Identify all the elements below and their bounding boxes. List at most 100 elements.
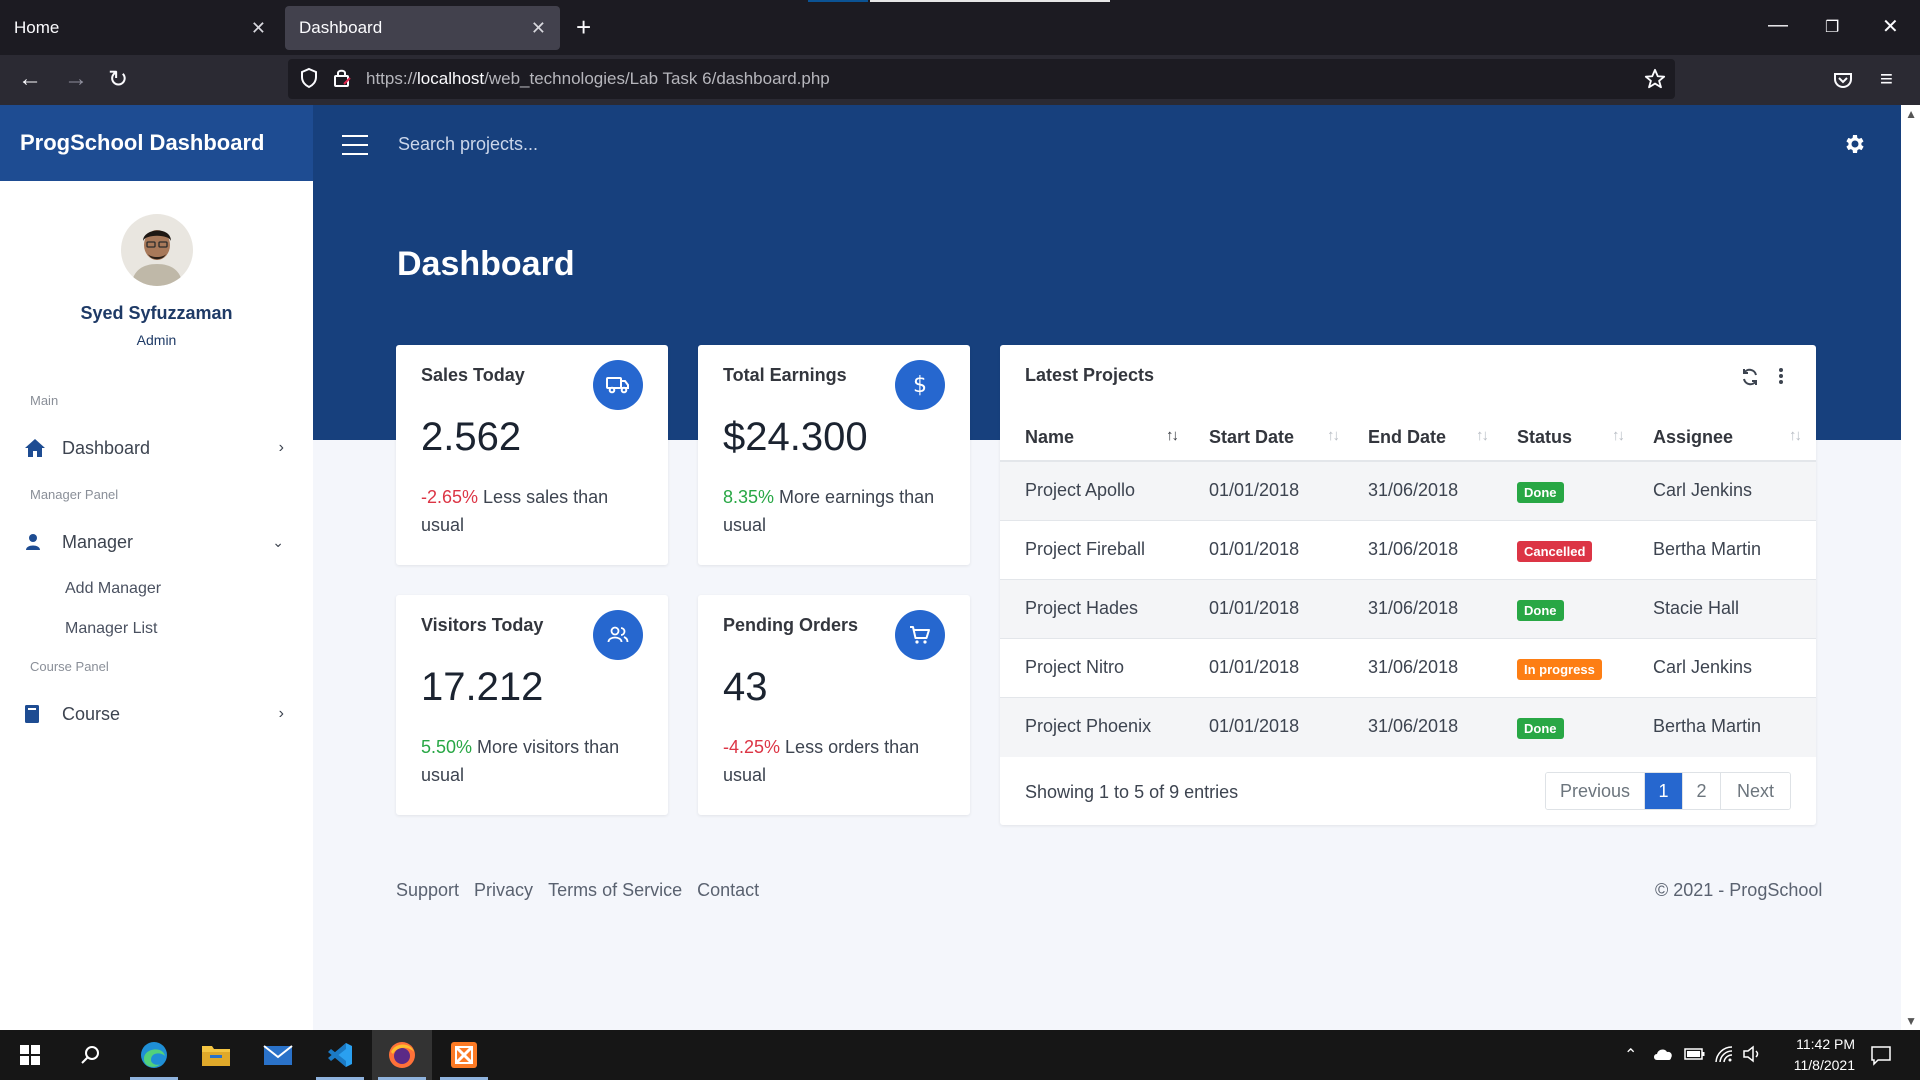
bookmark-star-icon[interactable]	[1644, 68, 1666, 90]
sort-icon[interactable]: ↑↓	[1476, 427, 1489, 444]
brand-logo[interactable]: ProgSchool Dashboard	[0, 105, 313, 181]
table-row[interactable]: Project Hades 01/01/2018 31/06/2018 Done…	[1000, 580, 1816, 639]
notifications-icon[interactable]	[1870, 1044, 1892, 1066]
truck-icon	[593, 360, 643, 410]
sidebar-subitem-manager-list[interactable]: Manager List	[65, 620, 158, 638]
window-close-icon[interactable]: ✕	[1882, 14, 1899, 39]
browser-tab-dashboard[interactable]: Dashboard ✕	[285, 6, 560, 50]
gear-icon[interactable]	[1843, 132, 1867, 156]
search-input[interactable]	[398, 130, 798, 158]
chevron-up-icon[interactable]: ⌃	[1624, 1045, 1637, 1065]
new-tab-button[interactable]: +	[576, 12, 591, 43]
browser-tab-home[interactable]: Home ✕	[0, 6, 280, 50]
column-header-name[interactable]: Name	[1025, 427, 1074, 448]
scroll-up-icon[interactable]: ▲	[1905, 107, 1917, 121]
sidebar-item-course[interactable]: Course ›	[24, 696, 284, 732]
edge-icon[interactable]	[124, 1030, 184, 1080]
browser-tab-bar: Home ✕ Dashboard ✕ + — ❐ ✕	[0, 0, 1920, 55]
page-button-2[interactable]: 2	[1683, 773, 1721, 809]
mail-icon[interactable]	[248, 1030, 308, 1080]
windows-start-icon[interactable]	[0, 1030, 60, 1080]
previous-page-button[interactable]: Previous	[1546, 773, 1645, 809]
restore-icon[interactable]: ❐	[1825, 17, 1839, 37]
clock-time: 11:42 PM	[1796, 1036, 1855, 1052]
cell-end-date: 31/06/2018	[1368, 539, 1459, 559]
section-label-manager-panel: Manager Panel	[30, 487, 119, 502]
column-header-assignee[interactable]: Assignee	[1653, 427, 1733, 448]
minimize-icon[interactable]: —	[1768, 14, 1788, 37]
page-title: Dashboard	[397, 245, 575, 283]
back-icon[interactable]: ←	[18, 65, 42, 93]
footer-link-terms[interactable]: Terms of Service	[548, 880, 682, 901]
sidebar-item-label: Manager	[62, 531, 134, 552]
lock-icon[interactable]	[332, 67, 352, 89]
file-explorer-icon[interactable]	[186, 1030, 246, 1080]
sort-icon[interactable]: ↑↓	[1166, 427, 1179, 444]
vscode-icon[interactable]	[310, 1030, 370, 1080]
stat-value: 17.212	[421, 665, 544, 709]
sidebar-subitem-add-manager[interactable]: Add Manager	[65, 580, 161, 598]
sort-icon[interactable]: ↑↓	[1789, 427, 1802, 444]
column-header-start-date[interactable]: Start Date	[1209, 427, 1294, 448]
refresh-icon[interactable]	[1740, 367, 1760, 387]
sort-icon[interactable]: ↑↓	[1327, 427, 1340, 444]
table-row[interactable]: Project Apollo 01/01/2018 31/06/2018 Don…	[1000, 462, 1816, 521]
reload-icon[interactable]: ↻	[108, 65, 128, 94]
forward-icon[interactable]: →	[64, 65, 88, 93]
search-icon[interactable]	[60, 1030, 120, 1080]
hamburger-menu-icon[interactable]	[342, 135, 368, 162]
taskbar-clock[interactable]: 11:42 PM 11/8/2021	[1765, 1034, 1855, 1076]
sidebar-item-dashboard[interactable]: Dashboard ›	[24, 430, 284, 466]
firefox-icon[interactable]	[372, 1030, 432, 1080]
page-viewport: ProgSchool Dashboard Dashboard Syed Syfu…	[0, 105, 1920, 1030]
onedrive-icon[interactable]	[1652, 1047, 1674, 1061]
more-vertical-icon[interactable]	[1778, 365, 1784, 387]
page-button-1[interactable]: 1	[1645, 773, 1683, 809]
close-icon[interactable]: ✕	[531, 18, 546, 39]
menu-icon[interactable]: ≡	[1880, 66, 1893, 92]
sidebar-item-manager[interactable]: Manager ⌄	[24, 524, 284, 560]
latest-projects-card: Latest Projects Name ↑↓ Start Date ↑↓ En…	[1000, 345, 1816, 825]
battery-icon[interactable]	[1684, 1047, 1706, 1061]
volume-icon[interactable]	[1742, 1045, 1762, 1063]
footer-link-support[interactable]: Support	[396, 880, 459, 901]
table-row[interactable]: Project Nitro 01/01/2018 31/06/2018 In p…	[1000, 639, 1816, 698]
stat-value: 2.562	[421, 415, 522, 459]
stat-note: 5.50% More visitors than usual	[421, 733, 656, 789]
cell-end-date: 31/06/2018	[1368, 598, 1459, 618]
section-label-main: Main	[30, 393, 59, 408]
address-bar[interactable]: https://localhost/web_technologies/Lab T…	[288, 59, 1675, 99]
chevron-right-icon: ›	[278, 439, 284, 456]
avatar[interactable]	[121, 214, 193, 286]
status-badge: Done	[1517, 482, 1564, 503]
cell-name: Project Phoenix	[1025, 716, 1152, 736]
next-page-button[interactable]: Next	[1721, 773, 1790, 809]
status-badge: Cancelled	[1517, 541, 1593, 562]
xampp-icon[interactable]	[434, 1030, 494, 1080]
stat-note: -2.65% Less sales than usual	[421, 483, 656, 539]
close-icon[interactable]: ✕	[251, 18, 266, 39]
sort-icon[interactable]: ↑↓	[1612, 427, 1625, 444]
chevron-down-icon: ⌄	[272, 533, 284, 550]
table-row[interactable]: Project Phoenix 01/01/2018 31/06/2018 Do…	[1000, 698, 1816, 757]
entries-info: Showing 1 to 5 of 9 entries	[1025, 782, 1239, 802]
status-badge: In progress	[1517, 659, 1602, 680]
sidebar-item-label: Dashboard	[62, 437, 151, 458]
cell-end-date: 31/06/2018	[1368, 657, 1459, 677]
card-title: Latest Projects	[1025, 365, 1155, 385]
table-row[interactable]: Project Fireball 01/01/2018 31/06/2018 C…	[1000, 521, 1816, 580]
sidebar: Syed Syfuzzaman Admin Main Dashboard › M…	[0, 181, 313, 1030]
footer-link-privacy[interactable]: Privacy	[474, 880, 533, 901]
shield-icon[interactable]	[299, 67, 319, 89]
tab-label: Home	[14, 18, 60, 37]
pocket-icon[interactable]	[1833, 70, 1853, 90]
column-header-end-date[interactable]: End Date	[1368, 427, 1446, 448]
scroll-down-icon[interactable]: ▼	[1905, 1014, 1917, 1028]
wifi-icon[interactable]	[1714, 1045, 1734, 1063]
stat-note: 8.35% More earnings than usual	[723, 483, 958, 539]
footer-link-contact[interactable]: Contact	[697, 880, 759, 901]
cart-icon	[895, 610, 945, 660]
copyright: © 2021 - ProgSchool	[1655, 880, 1823, 900]
column-header-status[interactable]: Status	[1517, 427, 1572, 448]
scrollbar[interactable]: ▲ ▼	[1901, 105, 1920, 1030]
